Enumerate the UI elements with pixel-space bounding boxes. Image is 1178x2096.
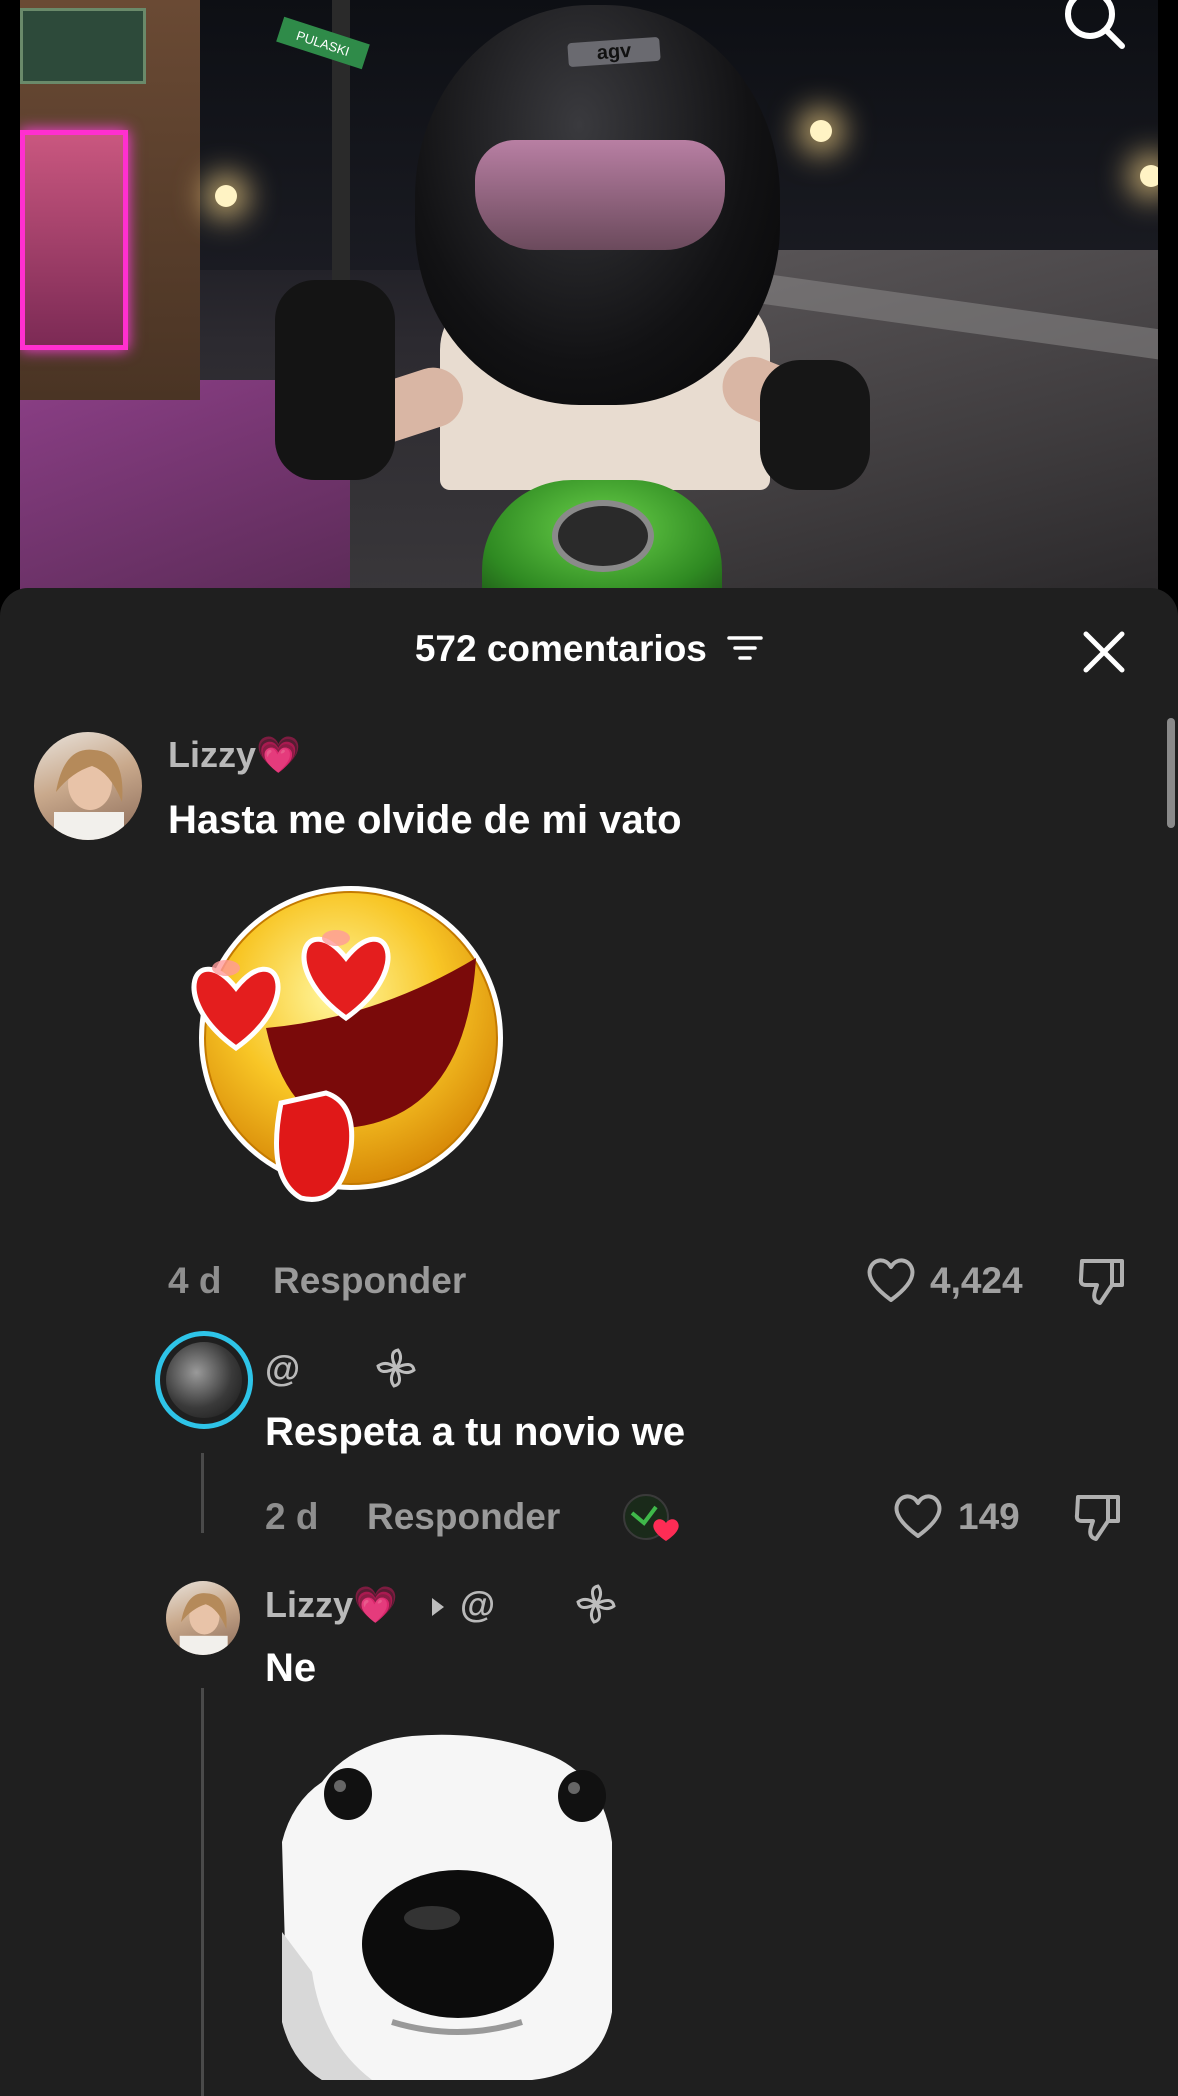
dislike-button[interactable] [1074,1491,1124,1543]
sort-button[interactable] [727,630,763,672]
like-button[interactable] [866,1256,916,1304]
street-lamp [1140,165,1158,187]
reply-to-user[interactable]: @ [460,1584,495,1626]
heart-icon [894,1494,942,1538]
verified-symbol [574,1582,618,1626]
dislike-button[interactable] [1078,1255,1128,1307]
scrollbar[interactable] [1167,718,1175,828]
comment-sticker [282,1722,614,2082]
shop-window [20,130,128,350]
reply-arrow [426,1592,450,1622]
heart-icon [867,1258,915,1302]
like-count: 4,424 [930,1260,1023,1301]
comment-author[interactable]: Lizzy💗 [168,734,301,776]
shop-sign [20,8,146,84]
filter-icon [727,636,763,660]
avatar-story-ring[interactable] [155,1331,253,1429]
rider-glove [275,280,395,480]
search-icon [1065,0,1125,49]
comment-sticker [176,878,506,1218]
comment-text: Ne [265,1646,317,1690]
comment-author[interactable]: Lizzy💗 [265,1584,398,1626]
reply-button[interactable]: Responder [367,1496,560,1538]
heart-eyes-emoji-icon [191,886,503,1202]
search-button[interactable] [1060,0,1130,50]
rider-glove [760,360,870,490]
reply-button[interactable]: Responder [273,1260,466,1302]
creator-liked-badge [622,1493,682,1545]
comment-author[interactable]: @ [265,1348,300,1390]
thumbs-down-icon [1078,1259,1124,1305]
close-icon [1083,631,1125,673]
creator-heart-badge-icon [623,1494,679,1541]
thread-line [201,1688,204,2096]
avatar [166,1342,242,1418]
comments-sheet: 572 comentarios Lizzy💗 Hasta me olvide d… [0,588,1178,2096]
comment-age: 4 d [168,1260,222,1301]
dog-face-icon [282,1734,612,2080]
pinwheel-icon [376,1348,416,1388]
street-lamp [810,120,832,142]
close-button[interactable] [1078,626,1130,678]
helmet-visor-opening [475,140,725,250]
verified-symbol [374,1346,418,1390]
street-lamp [215,185,237,207]
comment-age: 2 d [265,1496,319,1537]
comments-title: 572 comentarios [0,628,1178,672]
avatar-photo [179,1593,228,1655]
video-player[interactable]: PULASKI agv [20,0,1158,590]
thumbs-down-icon [1074,1495,1120,1541]
like-count: 149 [958,1496,1020,1537]
pinwheel-icon [576,1584,616,1624]
avatar[interactable] [166,1581,240,1655]
avatar[interactable] [34,732,142,840]
comments-header: 572 comentarios [0,588,1178,712]
fuel-cap [552,500,654,572]
avatar-photo [54,749,124,840]
shop-building [20,0,200,400]
comment-text: Hasta me olvide de mi vato [168,798,682,842]
thread-line [201,1453,204,1533]
comment-count-label: 572 comentarios [414,628,707,669]
like-button[interactable] [893,1492,943,1540]
comment-text: Respeta a tu novio we [265,1410,686,1454]
triangle-right-icon [432,1598,444,1616]
